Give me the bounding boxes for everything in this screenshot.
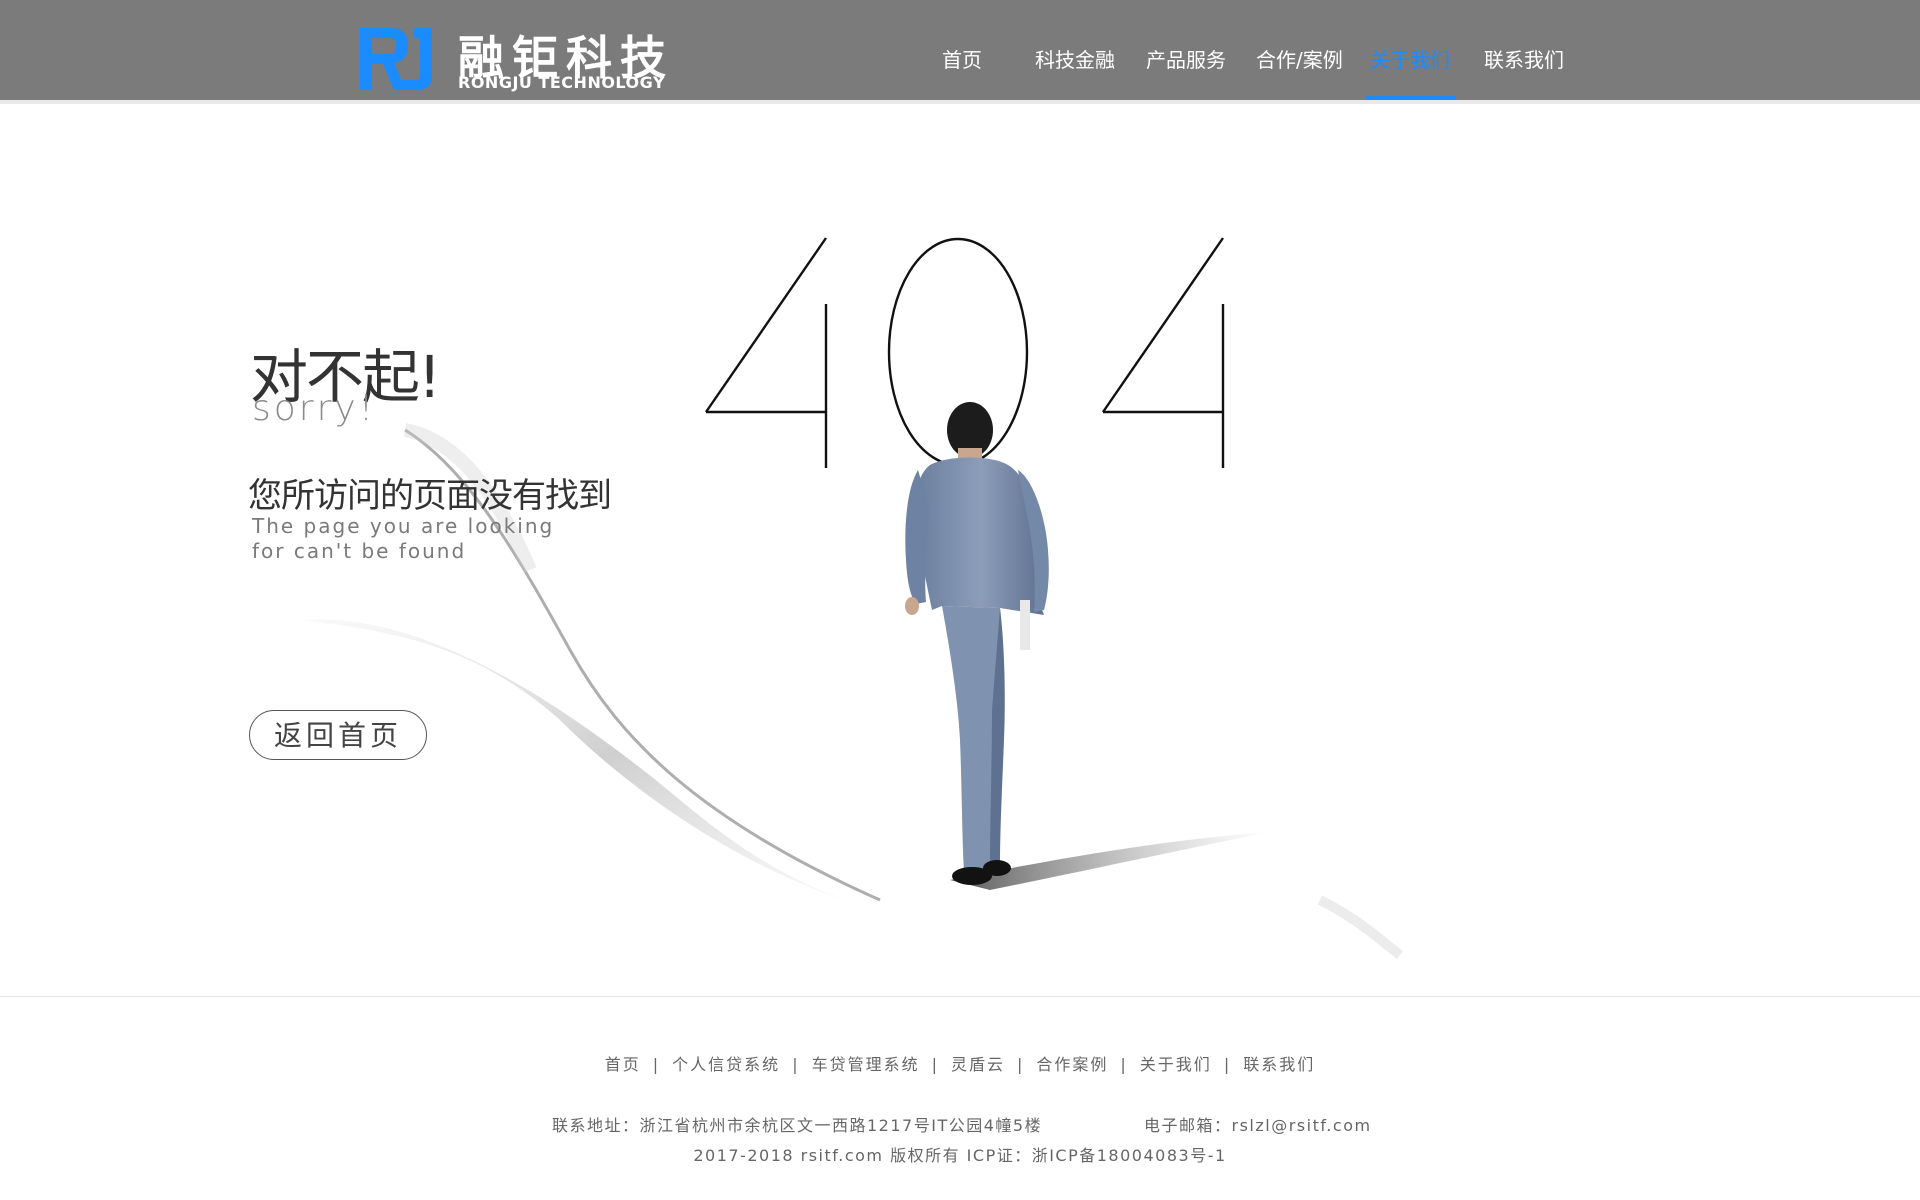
footer-nav: 首页 | 个人信贷系统 | 车贷管理系统 | 灵盾云 | 合作案例 | 关于我们 | 联系我们 (0, 1051, 1920, 1075)
footer-link-cases[interactable]: 合作案例 (1036, 1055, 1108, 1074)
footer-link-car-loan[interactable]: 车贷管理系统 (812, 1055, 920, 1074)
footer-copyright: 2017-2018 rsitf.com 版权所有 ICP证：浙ICP备18004… (693, 1146, 1227, 1165)
footer-separator: | (1120, 1055, 1128, 1074)
footer-link-personal-credit[interactable]: 个人信贷系统 (672, 1055, 780, 1074)
footer-link-lingdun-cloud[interactable]: 灵盾云 (951, 1055, 1005, 1074)
footer-separator: | (1223, 1055, 1232, 1074)
not-found-message-en: The page you are looking for can't be fo… (252, 514, 555, 563)
footer-divider (0, 996, 1920, 997)
main-content: 对不起! sorry! 您所访问的页面没有找到 The page you are… (0, 104, 1920, 996)
footer-email: 电子邮箱：rslzl@rsitf.com (1144, 1116, 1372, 1135)
footer-separator: | (792, 1055, 800, 1074)
footer-link-about[interactable]: 关于我们 (1140, 1055, 1212, 1074)
footer-separator: | (652, 1055, 661, 1074)
back-home-button[interactable]: 返回首页 (249, 710, 427, 760)
footer-separator: | (931, 1055, 939, 1074)
footer-separator: | (1017, 1055, 1025, 1074)
footer-address: 联系地址：浙江省杭州市余杭区文一西路1217号IT公园4幢5楼 (552, 1116, 1043, 1135)
footer-link-contact[interactable]: 联系我们 (1243, 1055, 1315, 1074)
sorry-heading-en: sorry! (252, 388, 377, 429)
not-found-message-cn: 您所访问的页面没有找到 (248, 476, 612, 516)
footer-link-home[interactable]: 首页 (605, 1055, 641, 1074)
